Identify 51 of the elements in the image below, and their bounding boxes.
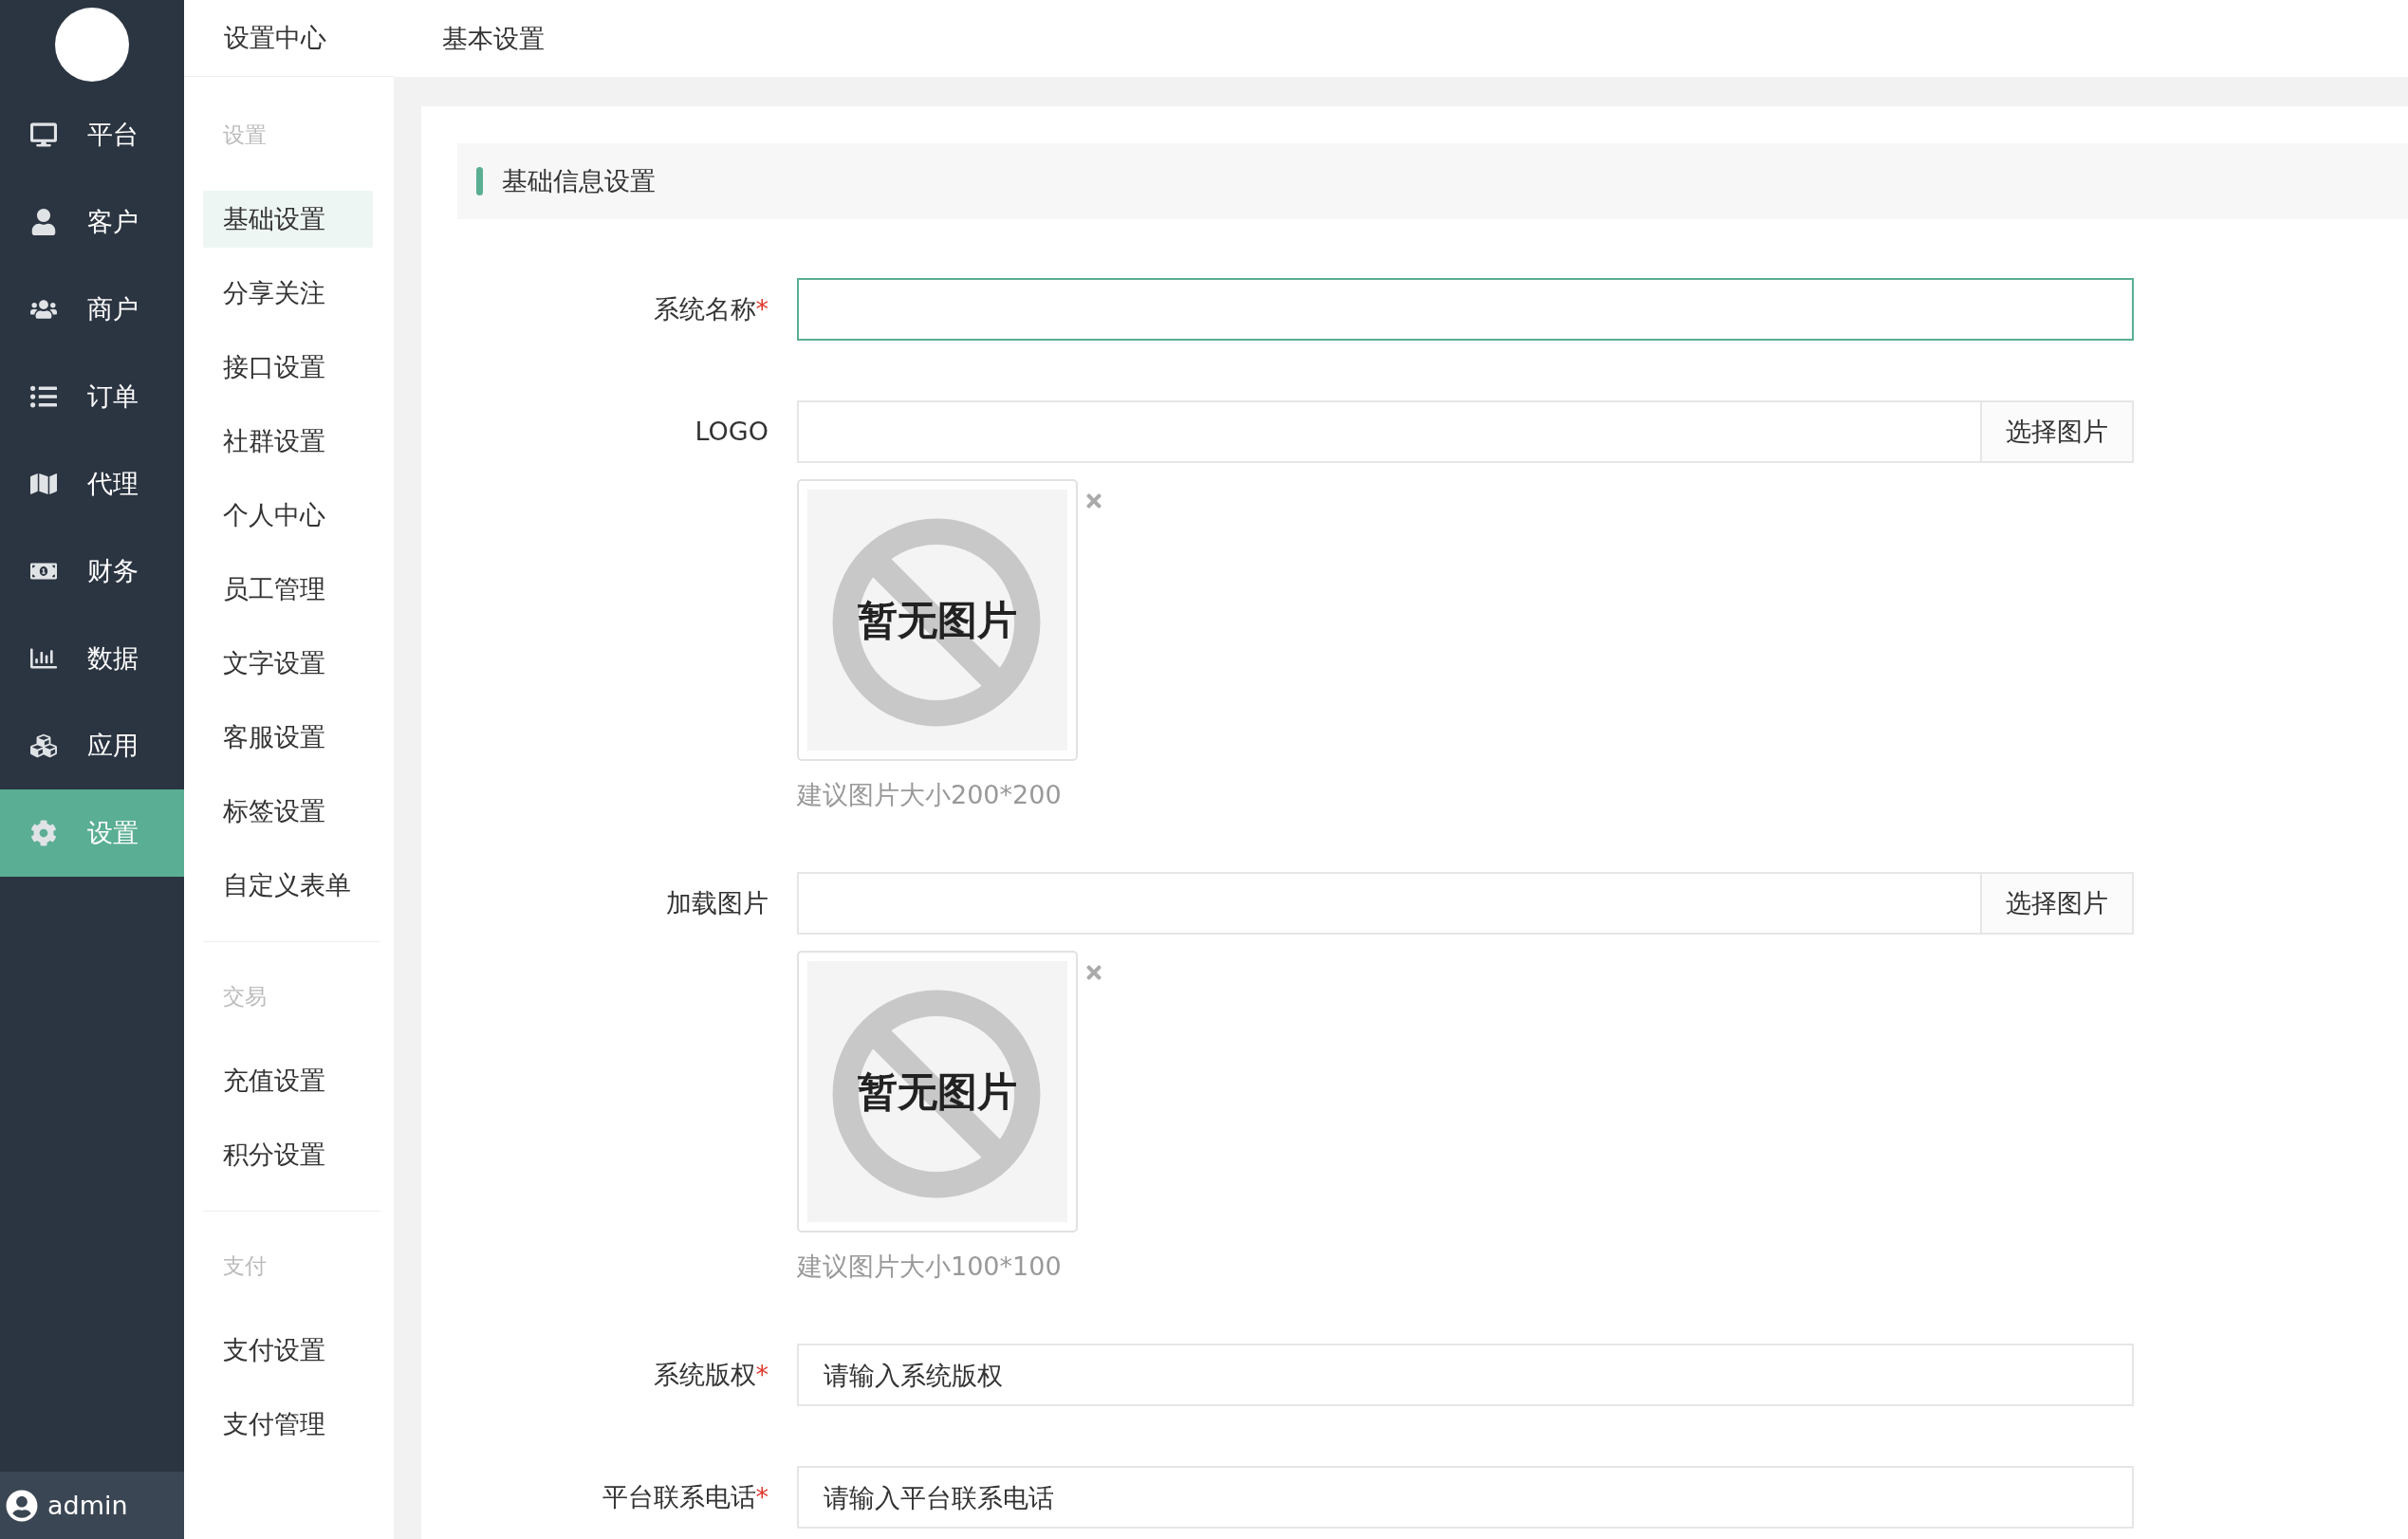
- user-icon: [30, 209, 57, 235]
- menu-item[interactable]: 员工管理: [203, 561, 373, 618]
- menu-item[interactable]: 充值设置: [203, 1052, 373, 1109]
- nav-item[interactable]: 代理: [0, 440, 184, 528]
- menu-item[interactable]: 文字设置: [203, 635, 373, 692]
- map-icon: [30, 471, 57, 497]
- user-bar[interactable]: admin: [0, 1472, 184, 1539]
- section-title: 基础信息设置: [502, 165, 656, 197]
- menu-group-title: 交易: [222, 982, 268, 1011]
- text-field[interactable]: [797, 278, 2134, 341]
- image-path-field[interactable]: 选择图片: [797, 400, 2134, 463]
- breadcrumb: 基本设置: [442, 22, 545, 55]
- menu-item[interactable]: 客服设置: [203, 709, 373, 766]
- cubes-icon: [30, 732, 57, 759]
- nav-item[interactable]: 财务: [0, 528, 184, 615]
- no-image-text: 暂无图片: [858, 595, 1017, 645]
- menu-item[interactable]: 支付设置: [203, 1322, 373, 1379]
- menu-item[interactable]: 支付管理: [203, 1396, 373, 1453]
- user-name: admin: [47, 1491, 128, 1520]
- nav-item[interactable]: 订单: [0, 353, 184, 440]
- nav-item[interactable]: 商户: [0, 266, 184, 353]
- field-label: 系统版权*: [652, 1359, 769, 1391]
- choose-image-button[interactable]: 选择图片: [1980, 402, 2132, 461]
- menu-item[interactable]: 标签设置: [203, 783, 373, 840]
- monitor-icon: [30, 121, 57, 148]
- user-icon: [6, 1489, 38, 1522]
- menu-item[interactable]: 个人中心: [203, 487, 373, 544]
- list-icon: [30, 383, 57, 410]
- size-hint: 建议图片大小100*100: [797, 1251, 1063, 1283]
- accent-bar: [476, 167, 483, 195]
- no-image-text: 暂无图片: [858, 1066, 1017, 1117]
- image-path-field[interactable]: 选择图片: [797, 872, 2134, 935]
- menu-group-title: 支付: [222, 1252, 268, 1280]
- menu-item[interactable]: 基础设置: [203, 191, 373, 248]
- field-label: 平台联系电话*: [601, 1481, 769, 1513]
- menu-item[interactable]: 分享关注: [203, 265, 373, 322]
- nav-item[interactable]: 数据: [0, 615, 184, 702]
- menu-item[interactable]: 社群设置: [203, 413, 373, 470]
- nav-item[interactable]: 应用: [0, 702, 184, 789]
- nav-item[interactable]: 客户: [0, 178, 184, 266]
- size-hint: 建议图片大小200*200: [797, 779, 1063, 811]
- choose-image-button[interactable]: 选择图片: [1980, 874, 2132, 933]
- nav-item[interactable]: 平台: [0, 91, 184, 178]
- menu-item[interactable]: 自定义表单: [203, 857, 373, 914]
- field-label: 系统名称*: [652, 293, 769, 325]
- field-label: LOGO: [694, 416, 769, 448]
- settings-icon: [30, 820, 57, 846]
- menu-item[interactable]: 接口设置: [203, 339, 373, 396]
- field-label: 加载图片: [665, 887, 769, 919]
- menu-item[interactable]: 积分设置: [203, 1126, 373, 1183]
- menu-group-title: 设置: [222, 121, 268, 149]
